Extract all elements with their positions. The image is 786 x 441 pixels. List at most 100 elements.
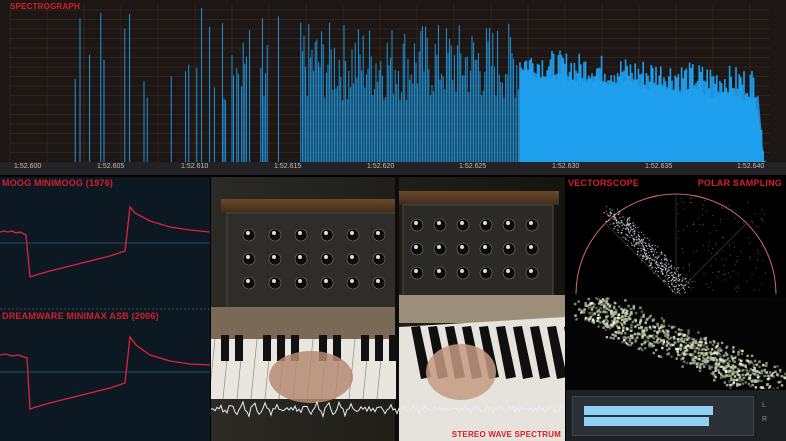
vecto-sample [683, 288, 686, 290]
time-tick-label: 1:52.600 [14, 163, 42, 170]
black-key [235, 335, 243, 361]
vecto-sample [665, 269, 667, 271]
vecto-sample [737, 259, 739, 261]
polar-sample [649, 334, 652, 338]
polar-sample [683, 338, 687, 341]
polar-sample [636, 323, 639, 327]
vecto-sample [649, 245, 651, 247]
vecto-sample [675, 277, 677, 279]
synth-knob [456, 218, 470, 232]
vecto-sample [677, 267, 679, 269]
vecto-sample [638, 244, 640, 246]
polar-sampling-plot [566, 297, 786, 389]
polar-sample [763, 368, 767, 372]
vecto-sample [690, 289, 692, 291]
knob-cap [437, 269, 441, 273]
vecto-sample [663, 257, 665, 259]
polar-sample [697, 331, 700, 334]
knob-cap [298, 255, 302, 259]
vecto-sample [715, 244, 717, 246]
knob-cap [272, 255, 276, 259]
polar-sample [661, 329, 665, 333]
vecto-sample [648, 254, 651, 257]
vecto-sample [673, 288, 676, 290]
polar-sample [633, 332, 637, 336]
knob-cap [324, 255, 328, 259]
vecto-sample [616, 208, 619, 210]
polar-sample [632, 304, 635, 308]
synth-knob [479, 218, 493, 232]
polar-sample [760, 379, 763, 383]
vecto-sample [627, 236, 629, 238]
vecto-sample [645, 256, 648, 258]
vecto-sample [734, 217, 736, 219]
vecto-sample [740, 250, 742, 252]
vecto-sample [674, 285, 676, 288]
polar-sample [631, 334, 634, 337]
vecto-sample [622, 223, 624, 225]
vecto-sample [632, 231, 634, 233]
vecto-sample [712, 214, 714, 216]
vecto-sample [755, 266, 757, 268]
synth-knob [372, 228, 386, 242]
vecto-sample [671, 283, 673, 286]
polar-sample [640, 316, 643, 319]
polar-sample [720, 341, 724, 345]
vecto-sample [637, 251, 639, 253]
vecto-sample [654, 266, 656, 268]
polar-sample [605, 323, 609, 326]
vecto-sample [717, 277, 719, 279]
polar-sample [667, 330, 670, 333]
polar-sample [659, 339, 663, 342]
synth-knob [433, 218, 447, 232]
vecto-sample [762, 260, 764, 262]
vecto-sample [612, 216, 614, 218]
polar-sample [777, 380, 780, 384]
vecto-sample [642, 239, 645, 241]
synth-knob [268, 252, 282, 266]
vecto-sample [642, 257, 644, 259]
polar-sample [648, 342, 652, 345]
vecto-sample [702, 223, 704, 225]
polar-sample [606, 325, 610, 329]
vecto-sample [668, 276, 670, 279]
polar-sample [593, 312, 597, 315]
spectrograph-panel: SPECTROGRAPH 1:52.600 1:52.605 1:52.610 1:5… [0, 0, 786, 175]
vecto-sample [677, 203, 679, 205]
polar-sample [613, 317, 616, 320]
vecto-sample [732, 270, 734, 272]
vecto-sample [627, 229, 630, 231]
vecto-sample [688, 263, 690, 265]
polar-sample [587, 297, 590, 301]
polar-sample [575, 318, 578, 321]
polar-sample [756, 374, 759, 377]
polar-sample [756, 363, 759, 366]
vecto-sample [638, 231, 640, 233]
polar-sample [611, 333, 615, 336]
polar-sample [593, 303, 596, 306]
vecto-sample [748, 237, 750, 239]
polar-sample [761, 386, 764, 389]
polar-sample [725, 374, 729, 377]
polar-sample [746, 372, 750, 376]
polar-sample [668, 347, 671, 350]
vecto-sample [721, 207, 723, 209]
vecto-sample [694, 281, 696, 283]
vecto-sample [728, 244, 730, 246]
vecto-sample [764, 213, 766, 215]
vecto-sample [656, 258, 658, 260]
synth-knob [294, 228, 308, 242]
vecto-sample [716, 253, 718, 255]
polar-sample [732, 350, 735, 353]
time-tick-label: 1:52.610 [181, 163, 209, 170]
vecto-sample [682, 229, 684, 231]
polar-sample [645, 329, 648, 332]
left-hand [269, 351, 353, 403]
polar-sample [646, 339, 650, 343]
left-synth-wood-top [221, 199, 396, 213]
vecto-sample [635, 241, 637, 244]
stereo-wave-caption: STEREO WAVE SPECTRUM [451, 430, 561, 439]
polar-sample [574, 314, 577, 317]
vecto-sample [689, 279, 691, 281]
vecto-sample [615, 222, 618, 224]
